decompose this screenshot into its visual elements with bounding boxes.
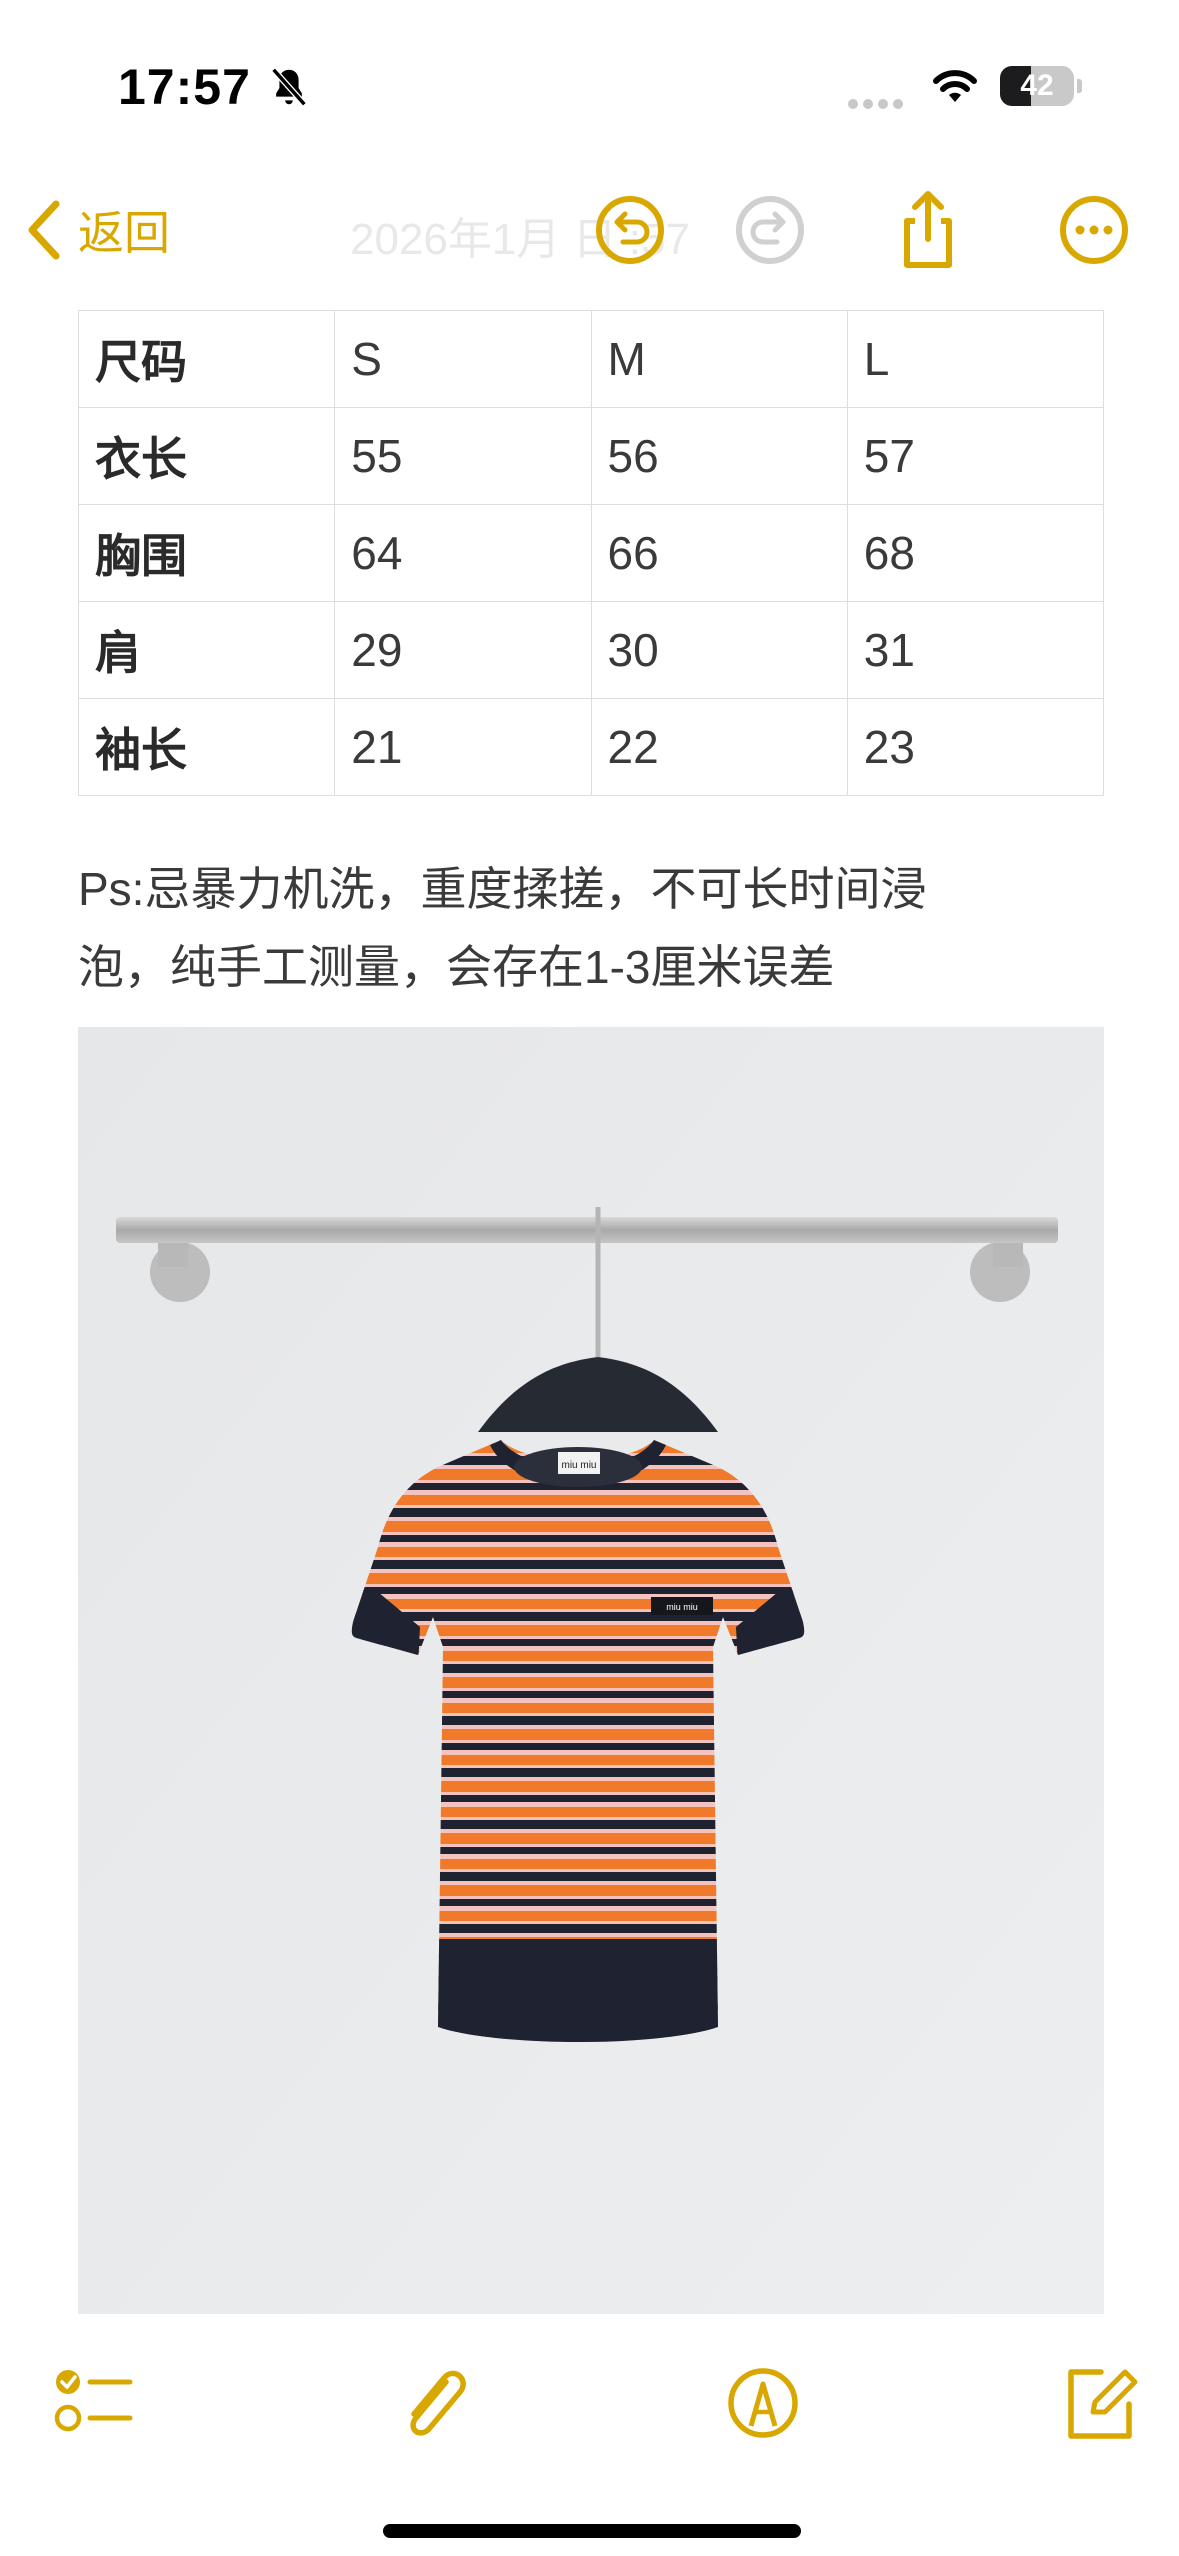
table-cell[interactable]: 23	[846, 698, 1105, 796]
table-row: 肩 29 30 31	[77, 601, 1105, 699]
table-cell[interactable]: 55	[334, 407, 592, 505]
table-cell[interactable]: 29	[334, 601, 592, 699]
wifi-icon	[933, 70, 977, 102]
redo-icon[interactable]	[727, 187, 813, 273]
home-indicator[interactable]	[383, 2524, 801, 2538]
table-cell[interactable]: 肩	[77, 601, 336, 699]
back-button[interactable]: 返回	[24, 195, 170, 265]
table-cell[interactable]: 31	[846, 601, 1105, 699]
more-icon[interactable]	[1051, 187, 1137, 273]
table-cell[interactable]: 30	[590, 601, 848, 699]
striped-knit-top-image: miu miu miu miu	[78, 1027, 1104, 2314]
note-line: 泡，纯手工测量，会存在1-3厘米误差	[78, 941, 835, 993]
table-cell[interactable]: 56	[590, 407, 848, 505]
compose-icon[interactable]	[1057, 2360, 1143, 2446]
note-line: Ps:忌暴力机洗，重度揉搓，不可长时间浸	[78, 863, 927, 915]
share-icon[interactable]	[885, 187, 971, 273]
table-cell[interactable]: 66	[590, 504, 848, 602]
table-cell[interactable]: 57	[846, 407, 1105, 505]
table-cell[interactable]: L	[846, 310, 1105, 408]
chest-patch-text: miu miu	[666, 1602, 698, 1612]
table-row: 胸围 64 66 68	[77, 504, 1105, 602]
table-cell[interactable]: 袖长	[77, 698, 336, 796]
paperclip-icon[interactable]	[388, 2360, 474, 2446]
note-text[interactable]: Ps:忌暴力机洗，重度揉搓，不可长时间浸 泡，纯手工测量，会存在1-3厘米误差	[78, 850, 1058, 1006]
product-photo[interactable]: miu miu miu miu	[78, 1027, 1104, 2314]
bottom-toolbar	[0, 2340, 1179, 2470]
table-row: 衣长 55 56 57	[77, 407, 1105, 505]
neck-label-text: miu miu	[561, 1460, 596, 1471]
nav-bar: 返回 2026年1月 日 :57	[0, 175, 1179, 285]
undo-icon[interactable]	[587, 187, 673, 273]
table-cell[interactable]: 胸围	[77, 504, 336, 602]
table-cell[interactable]: S	[334, 310, 592, 408]
back-label: 返回	[78, 207, 170, 259]
cellular-signal-icon	[848, 96, 908, 114]
table-header-row: 尺码 S M L	[77, 310, 1105, 408]
size-table: 尺码 S M L 衣长 55 56 57 胸围 64 66 68 肩 29 30…	[77, 310, 1105, 796]
bell-slash-icon	[271, 67, 307, 107]
battery-level: 42	[1020, 69, 1054, 102]
status-bar: 17:57 42	[0, 0, 1179, 175]
table-row: 袖长 21 22 23	[77, 698, 1105, 796]
table-cell[interactable]: 尺码	[77, 310, 336, 408]
table-cell[interactable]: 22	[590, 698, 848, 796]
chevron-left-icon	[28, 200, 60, 260]
markup-pen-icon[interactable]	[720, 2360, 806, 2446]
battery-icon: 42	[1000, 66, 1084, 106]
table-cell[interactable]: 衣长	[77, 407, 336, 505]
checklist-icon[interactable]	[50, 2360, 136, 2446]
status-time: 17:57	[118, 59, 251, 115]
table-cell[interactable]: M	[590, 310, 848, 408]
table-cell[interactable]: 68	[846, 504, 1105, 602]
table-cell[interactable]: 64	[334, 504, 592, 602]
table-cell[interactable]: 21	[334, 698, 592, 796]
